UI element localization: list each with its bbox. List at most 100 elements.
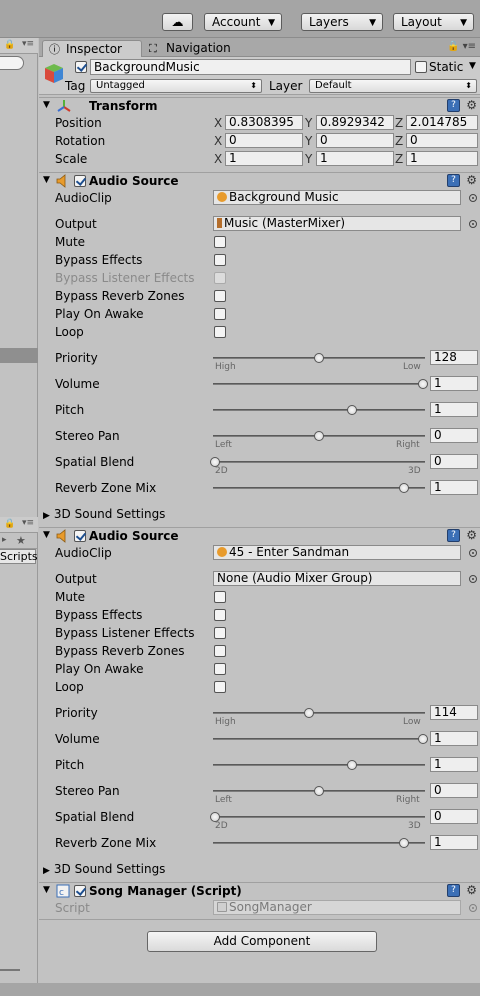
stereo-pan-slider-thumb[interactable] [314,786,324,796]
reverb-zone-mix-slider[interactable] [213,487,425,489]
tag-dropdown[interactable]: Untagged ⬍ [90,79,262,93]
rotation-z-field[interactable]: 0 [406,133,478,148]
pitch-slider[interactable] [213,409,425,411]
rotation-x-field[interactable]: 0 [225,133,303,148]
reverb-zone-mix-field[interactable]: 1 [430,480,478,495]
foldout-expanded-icon[interactable]: ▼ [43,175,50,185]
zoom-slider[interactable] [0,969,20,971]
lock-icon[interactable]: 🔒 ▾≡ [447,41,476,52]
gear-icon[interactable]: ⚙ [466,528,477,542]
audio-source-2-header[interactable]: ▼ Audio Source ? ⚙ [39,527,480,544]
loop-checkbox[interactable] [214,681,226,693]
pitch-slider-thumb[interactable] [347,760,358,770]
add-component-button[interactable]: Add Component [147,931,377,952]
bypass-reverb-checkbox[interactable] [214,290,226,302]
help-icon[interactable]: ? [447,99,460,112]
audioclip-field[interactable]: Background Music [213,190,461,205]
priority-slider[interactable] [213,712,425,714]
active-checkbox[interactable] [75,61,87,73]
layer-dropdown[interactable]: Default ⬍ [309,79,477,93]
position-x-field[interactable]: 0.8308395 [225,115,303,130]
priority-field[interactable]: 128 [430,350,478,365]
priority-slider-thumb[interactable] [314,353,324,363]
hierarchy-selected-row[interactable] [0,348,38,363]
help-icon[interactable]: ? [447,884,460,897]
static-dropdown-arrow[interactable]: ▼ [469,61,476,71]
stereo-pan-field[interactable]: 0 [430,428,478,443]
reverb-zone-mix-slider-thumb[interactable] [399,838,410,848]
song-manager-header[interactable]: ▼ c Song Manager (Script) ? ⚙ [39,882,480,899]
scale-y-field[interactable]: 1 [316,151,394,166]
static-checkbox[interactable] [415,61,427,73]
priority-slider-thumb[interactable] [303,708,314,718]
object-picker-icon[interactable] [469,575,477,583]
spatial-blend-field[interactable]: 0 [430,809,478,824]
transform-header[interactable]: ▼ Transform ? ⚙ [39,97,480,114]
cloud-button[interactable]: ☁ [162,13,193,31]
scale-z-field[interactable]: 1 [406,151,478,166]
bypass-reverb-checkbox[interactable] [214,645,226,657]
rotation-y-field[interactable]: 0 [316,133,394,148]
mute-checkbox[interactable] [214,591,226,603]
pitch-slider-thumb[interactable] [347,405,358,415]
object-picker-icon[interactable] [469,220,477,228]
volume-slider-thumb[interactable] [418,734,428,744]
mute-checkbox[interactable] [214,236,226,248]
reverb-zone-mix-field[interactable]: 1 [430,835,478,850]
gear-icon[interactable]: ⚙ [466,98,477,112]
pitch-field[interactable]: 1 [430,757,478,772]
volume-slider[interactable] [213,383,425,385]
sound-3d-settings-foldout[interactable]: ▶ 3D Sound Settings [43,507,165,523]
loop-checkbox[interactable] [214,326,226,338]
play-on-awake-checkbox[interactable] [214,308,226,320]
audio-source-1-header[interactable]: ▼ Audio Source ? ⚙ [39,172,480,189]
arrow-icon[interactable]: ▸ [2,535,7,545]
volume-field[interactable]: 1 [430,376,478,391]
position-z-field[interactable]: 2.014785 [406,115,478,130]
hierarchy-search-input[interactable] [0,56,24,70]
pitch-field[interactable]: 1 [430,402,478,417]
object-picker-icon[interactable] [469,549,477,557]
foldout-expanded-icon[interactable]: ▼ [43,100,50,110]
volume-slider-thumb[interactable] [418,379,428,389]
audio-source-1-enabled-checkbox[interactable] [74,175,86,187]
stereo-pan-slider-thumb[interactable] [314,431,324,441]
bypass-listener-checkbox[interactable] [214,627,226,639]
reverb-zone-mix-slider[interactable] [213,842,425,844]
layers-dropdown[interactable]: Layers ▼ [301,13,383,31]
volume-field[interactable]: 1 [430,731,478,746]
spatial-blend-slider[interactable] [213,816,425,818]
spatial-blend-field[interactable]: 0 [430,454,478,469]
tab-navigation[interactable]: ⛶ Navigation [143,40,253,57]
stereo-pan-field[interactable]: 0 [430,783,478,798]
output-field[interactable]: Music (MasterMixer) [213,216,461,231]
gear-icon[interactable]: ⚙ [466,883,477,897]
pitch-slider[interactable] [213,764,425,766]
foldout-expanded-icon[interactable]: ▼ [43,530,50,540]
bypass-effects-checkbox[interactable] [214,609,226,621]
play-on-awake-checkbox[interactable] [214,663,226,675]
tab-inspector[interactable]: ⓘ Inspector [42,40,142,57]
audio-source-2-enabled-checkbox[interactable] [74,530,86,542]
priority-field[interactable]: 114 [430,705,478,720]
scale-x-field[interactable]: 1 [225,151,303,166]
audioclip-field[interactable]: 45 - Enter Sandman [213,545,461,560]
star-icon[interactable]: ★ [16,534,26,547]
reverb-zone-mix-slider-thumb[interactable] [399,483,410,493]
foldout-expanded-icon[interactable]: ▼ [43,885,50,895]
gear-icon[interactable]: ⚙ [466,173,477,187]
bypass-effects-checkbox[interactable] [214,254,226,266]
song-manager-enabled-checkbox[interactable] [74,885,86,897]
output-field[interactable]: None (Audio Mixer Group) [213,571,461,586]
scripts-folder[interactable]: Scripts [0,549,38,564]
spatial-blend-slider[interactable] [213,461,425,463]
help-icon[interactable]: ? [447,529,460,542]
sound-3d-settings-foldout[interactable]: ▶ 3D Sound Settings [43,862,165,878]
account-dropdown[interactable]: Account ▼ [204,13,282,31]
object-picker-icon[interactable] [469,194,477,202]
gameobject-name-input[interactable]: BackgroundMusic [90,59,411,75]
position-y-field[interactable]: 0.8929342 [316,115,394,130]
help-icon[interactable]: ? [447,174,460,187]
volume-slider[interactable] [213,738,425,740]
layout-dropdown[interactable]: Layout ▼ [393,13,474,31]
